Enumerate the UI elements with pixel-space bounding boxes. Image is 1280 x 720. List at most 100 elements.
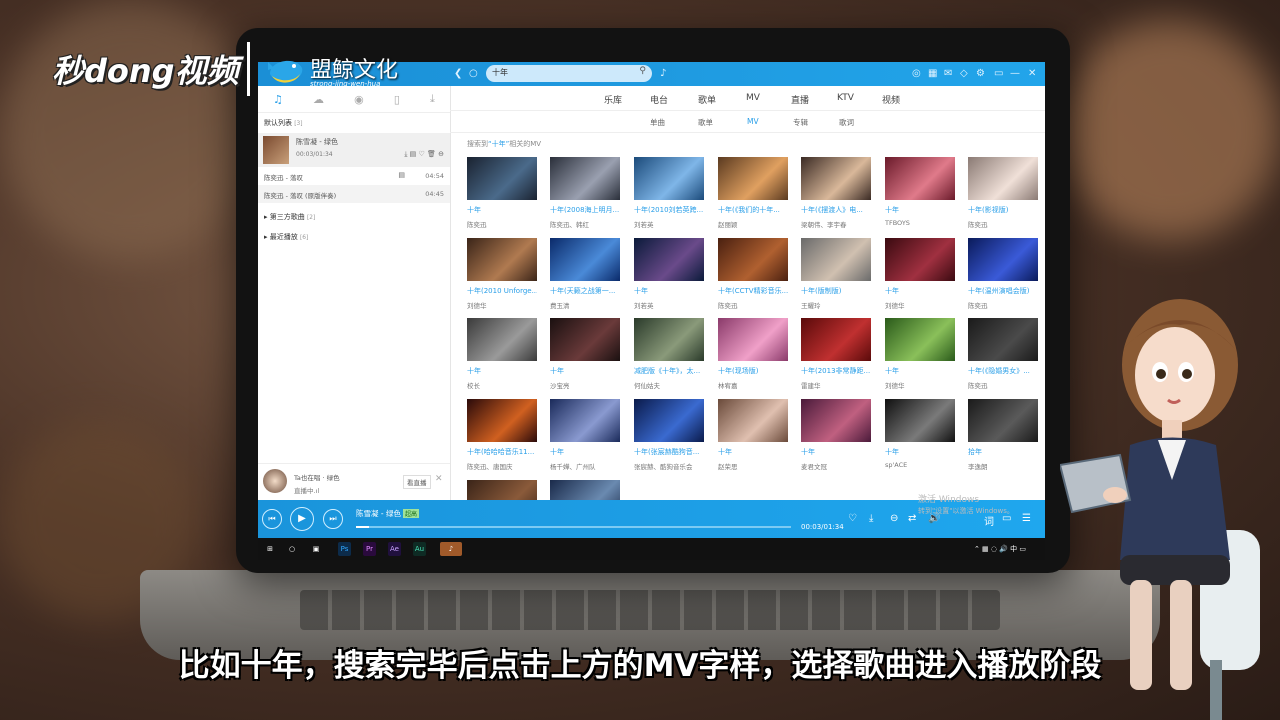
subtab-lyrics[interactable]: 歌词 <box>839 117 854 128</box>
mv-artist[interactable]: 李逸朗 <box>968 461 1038 471</box>
mv-card[interactable]: 十年(2010刘若英跨... 刘若英 <box>634 157 704 229</box>
tab-live[interactable]: 直播 <box>791 93 809 106</box>
mv-thumbnail[interactable] <box>718 318 788 361</box>
mv-artist[interactable]: 赵丽颖 <box>718 219 788 229</box>
mv-thumbnail[interactable] <box>968 238 1038 281</box>
subtab-mv[interactable]: MV <box>747 117 759 126</box>
audition-icon[interactable]: Au <box>413 542 426 556</box>
mv-card[interactable]: 十年 刘德华 <box>885 238 955 310</box>
mv-title[interactable]: 十年(现场版) <box>718 366 788 376</box>
mv-thumbnail[interactable] <box>550 399 620 442</box>
mv-card[interactable]: 十年 麦君文冠 <box>801 399 871 471</box>
mv-title[interactable]: 十年 <box>885 205 955 215</box>
mv-title[interactable]: 十年 <box>634 286 704 296</box>
radio-icon[interactable]: ◉ <box>354 93 364 106</box>
mv-thumbnail[interactable] <box>968 318 1038 361</box>
play-button[interactable]: ▶ <box>290 507 314 531</box>
playlist-icon[interactable]: ☰ <box>1022 513 1031 524</box>
mv-card[interactable]: 十年 赵荣思 <box>718 399 788 471</box>
task-view-icon[interactable]: ▣ <box>310 542 322 556</box>
mv-card[interactable]: 十年(《隐婚男女》... 陈奕迅 <box>968 318 1038 390</box>
subtab-single[interactable]: 单曲 <box>650 117 665 128</box>
mv-card[interactable]: 十年(2013非常静距... 雷建华 <box>801 318 871 390</box>
live-banner[interactable]: Ta也在唱 · 绿色 直播中.ıl 看直播 ✕ <box>258 463 450 500</box>
mv-icon[interactable]: ▤ <box>398 171 405 179</box>
mv-title[interactable]: 十年 <box>718 447 788 457</box>
mv-title[interactable]: 十年(2013非常静距... <box>801 366 871 376</box>
mv-card[interactable]: 十年 陈奕迅 <box>467 157 537 229</box>
mv-thumbnail[interactable] <box>885 157 955 200</box>
mv-artist[interactable]: sp'ACE <box>885 461 955 469</box>
mv-title[interactable]: 十年(天籁之战第一... <box>550 286 620 296</box>
mv-title[interactable]: 十年(2010 Unforge... <box>467 286 537 296</box>
list-item[interactable]: 陈奕迅 - 落叹 (原版伴奏) 04:45 <box>258 185 450 203</box>
watch-live-button[interactable]: 看直播 <box>403 475 431 489</box>
mini-mode-icon[interactable]: ▭ <box>994 67 1003 81</box>
download-icon[interactable]: ⤓ <box>869 513 873 524</box>
mv-thumbnail[interactable] <box>885 399 955 442</box>
mv-artist[interactable]: 刘德华 <box>885 300 955 310</box>
tab-mv[interactable]: MV <box>746 93 760 103</box>
mv-artist[interactable]: 梁朝伟、李宇春 <box>801 219 871 229</box>
mv-thumbnail[interactable] <box>801 238 871 281</box>
music-note-icon[interactable]: ♫ <box>273 93 283 106</box>
mv-title[interactable]: 十年(《隐婚男女》... <box>968 366 1038 376</box>
mic-icon[interactable]: ♪ <box>660 67 666 81</box>
photoshop-icon[interactable]: Ps <box>338 542 351 556</box>
mv-artist[interactable]: TFBOYS <box>885 219 955 227</box>
loop-icon[interactable]: ⇄ <box>908 513 916 524</box>
mv-thumbnail[interactable] <box>968 399 1038 442</box>
mv-thumbnail[interactable] <box>801 157 871 200</box>
mv-thumbnail[interactable] <box>801 399 871 442</box>
mv-artist[interactable]: 陈奕迅、唐国庆 <box>467 461 537 471</box>
mv-thumbnail[interactable] <box>968 157 1038 200</box>
mv-card[interactable]: 十年 TFBOYS <box>885 157 955 227</box>
minus-icon[interactable]: ⊖ <box>890 513 898 524</box>
premiere-icon[interactable]: Pr <box>363 542 376 556</box>
mv-title[interactable]: 拾年 <box>968 447 1038 457</box>
mv-artist[interactable]: 沙宝亮 <box>550 380 620 390</box>
back-icon[interactable]: ❮ <box>454 67 462 81</box>
mv-thumbnail[interactable] <box>467 318 537 361</box>
current-song-row[interactable]: 陈雪凝 - 绿色 00:03/01:34 ⤓ ▤ ♡ 🗑 ⊖ <box>258 133 450 167</box>
mv-artist[interactable]: 雷建华 <box>801 380 871 390</box>
mv-title[interactable]: 十年 <box>550 447 620 457</box>
mv-thumbnail[interactable] <box>467 157 537 200</box>
minimize-icon[interactable]: — <box>1010 67 1020 81</box>
mv-artist[interactable]: 陈奕迅 <box>467 219 537 229</box>
mv-title[interactable]: 十年(2010刘若英跨... <box>634 205 704 215</box>
mv-title[interactable]: 十年(CCTV精彩音乐... <box>718 286 788 296</box>
mv-title[interactable]: 十年 <box>885 447 955 457</box>
tab-radio[interactable]: 电台 <box>650 93 668 106</box>
mv-title[interactable]: 十年 <box>801 447 871 457</box>
mv-artist[interactable]: 刘德华 <box>467 300 537 310</box>
tab-playlist[interactable]: 歌单 <box>698 93 716 106</box>
mv-card[interactable]: 十年(影视版) 陈奕迅 <box>968 157 1038 229</box>
mv-title[interactable]: 十年 <box>885 366 955 376</box>
mv-artist[interactable]: 校长 <box>467 380 537 390</box>
mv-card[interactable]: 十年(2008海上明月... 陈奕迅、韩红 <box>550 157 620 229</box>
mv-thumbnail[interactable] <box>801 318 871 361</box>
settings-icon[interactable]: ⚙ <box>976 67 985 81</box>
skin-icon[interactable]: ◇ <box>960 67 968 81</box>
mv-card[interactable]: 十年(《摆渡人》电... 梁朝伟、李宇春 <box>801 157 871 229</box>
mv-thumbnail[interactable] <box>467 238 537 281</box>
recent-header[interactable]: ▸ 最近播放 [6] <box>258 227 450 247</box>
cortana-icon[interactable]: ○ <box>286 542 298 556</box>
mv-title[interactable]: 十年(影视版) <box>968 205 1038 215</box>
mv-card[interactable]: 十年(2010 Unforge... 刘德华 <box>467 238 537 310</box>
mv-title[interactable]: 十年 <box>467 205 537 215</box>
next-button[interactable]: ⏭ <box>323 509 343 529</box>
mv-card[interactable]: 十年(哈哈哈音乐11... 陈奕迅、唐国庆 <box>467 399 537 471</box>
mv-card[interactable]: 十年 杨千嬅、广州队 <box>550 399 620 471</box>
mv-card[interactable]: 十年(版制版) 王耀玲 <box>801 238 871 310</box>
mv-card[interactable]: 十年 校长 <box>467 318 537 390</box>
after-effects-icon[interactable]: Ae <box>388 542 401 556</box>
download-icon[interactable]: ⤓ <box>430 92 435 106</box>
mv-artist[interactable]: 费玉清 <box>550 300 620 310</box>
mv-thumbnail[interactable] <box>718 399 788 442</box>
mv-card[interactable]: 十年(现场版) 林宥嘉 <box>718 318 788 390</box>
close-icon[interactable]: ✕ <box>1028 67 1036 81</box>
windows-start-icon[interactable]: ⊞ <box>264 542 276 556</box>
mv-artist[interactable]: 何仙姑夫 <box>634 380 704 390</box>
